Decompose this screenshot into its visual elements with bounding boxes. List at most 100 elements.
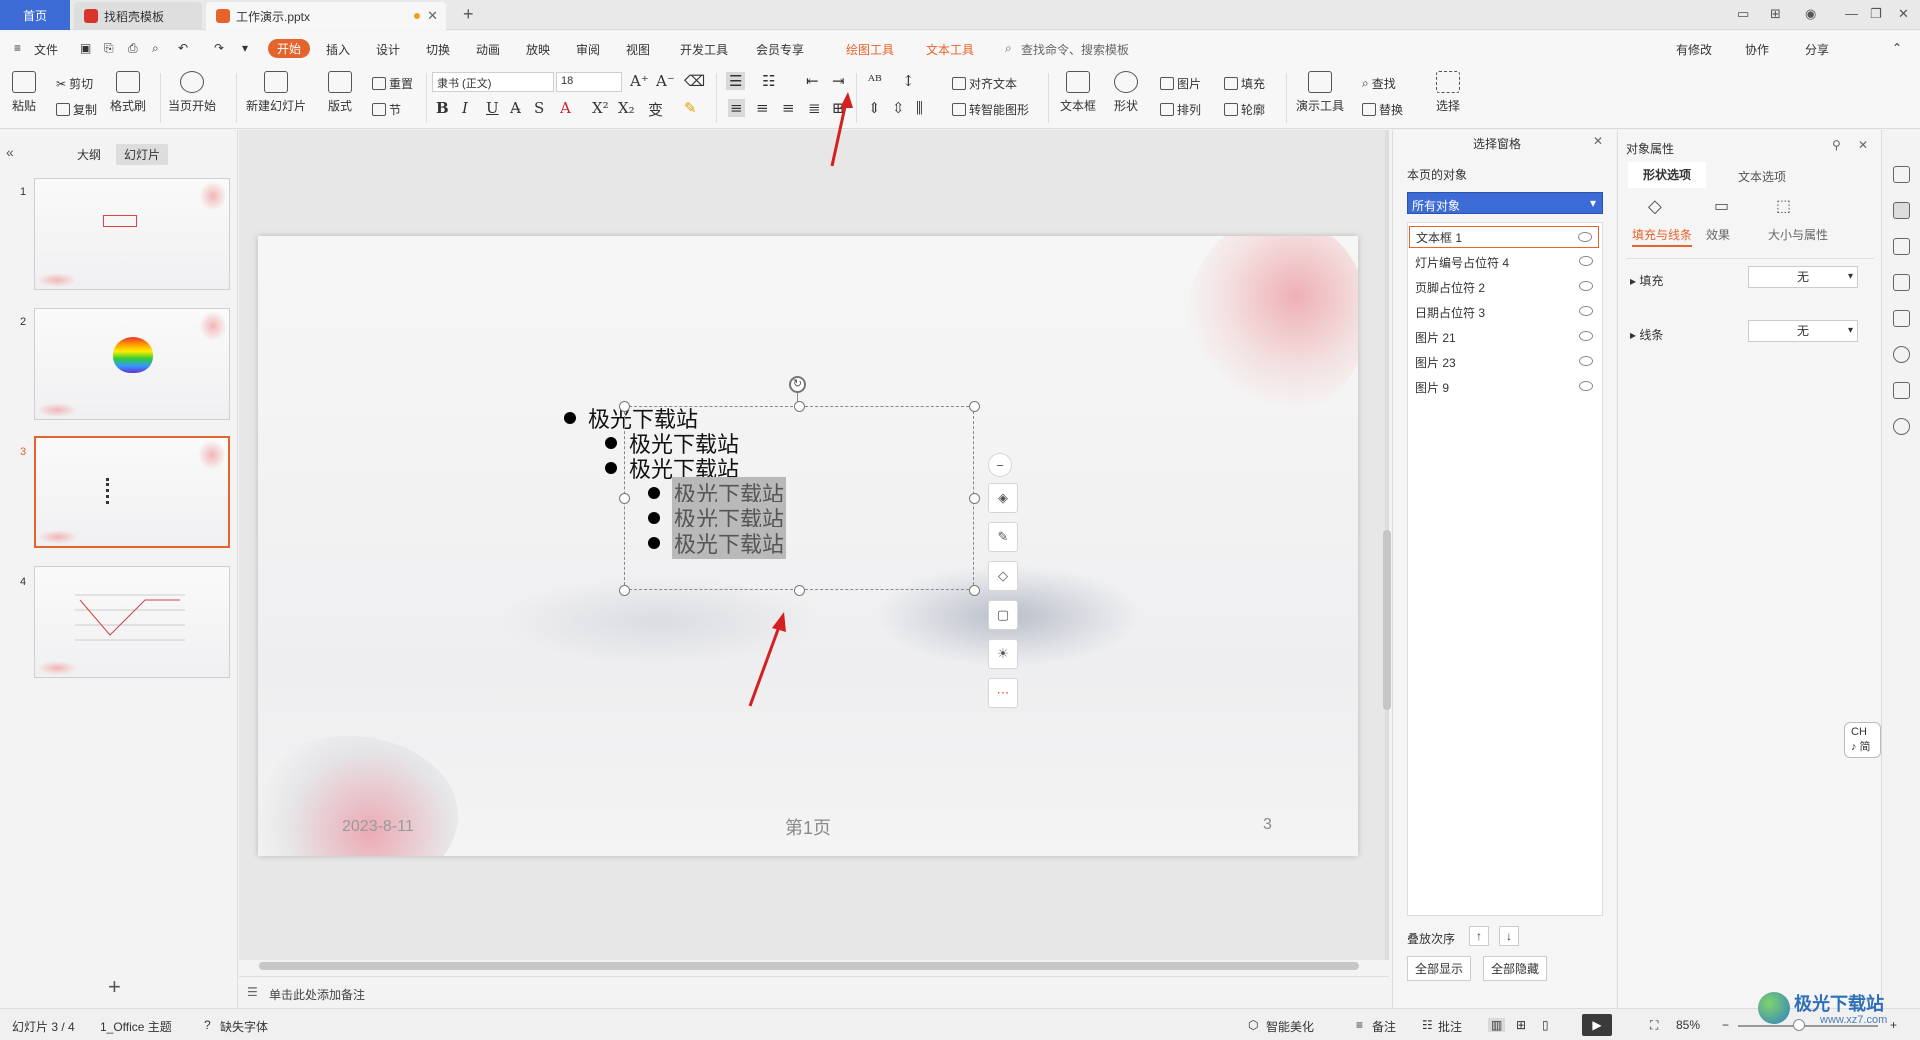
- textbox-selection-frame[interactable]: [624, 406, 974, 590]
- resize-handle[interactable]: [619, 401, 630, 412]
- char-spacing-icon[interactable]: 变: [648, 99, 663, 120]
- numbered-list-icon[interactable]: ☷: [762, 72, 775, 90]
- object-row[interactable]: 图片 9: [1409, 376, 1599, 398]
- highlight-icon[interactable]: ✎: [684, 99, 697, 117]
- undo-icon[interactable]: ↶: [178, 41, 188, 55]
- present-tools-button[interactable]: 演示工具: [1296, 71, 1344, 114]
- menu-start[interactable]: 开始: [268, 39, 311, 58]
- fill-select[interactable]: 无 ▾: [1748, 266, 1858, 288]
- copy-button[interactable]: 复制: [56, 101, 97, 118]
- bold-icon[interactable]: B: [436, 99, 449, 117]
- ime-indicator[interactable]: CH ♪ 简: [1844, 722, 1881, 758]
- zoom-level[interactable]: 85%: [1676, 1018, 1700, 1032]
- vertical-scrollbar[interactable]: [1383, 530, 1391, 710]
- resize-handle[interactable]: [969, 401, 980, 412]
- paste-button[interactable]: 粘贴: [12, 71, 36, 114]
- close-window-icon[interactable]: ✕: [1898, 6, 1909, 22]
- clear-format-icon[interactable]: ⌫: [684, 72, 705, 90]
- sorter-view-icon[interactable]: ⊞: [1516, 1018, 1526, 1032]
- fill-button[interactable]: 填充: [1224, 75, 1265, 92]
- underline-icon[interactable]: U: [486, 99, 499, 117]
- menu-text-tools[interactable]: 文本工具: [926, 41, 974, 58]
- object-row[interactable]: 图片 23: [1409, 351, 1599, 373]
- close-pane-icon[interactable]: ✕: [1858, 138, 1868, 152]
- grid-icon[interactable]: ⊞: [1770, 6, 1781, 22]
- fill-bucket-icon[interactable]: ◇: [988, 561, 1018, 591]
- layers-icon[interactable]: ◈: [988, 483, 1018, 513]
- visibility-eye-icon[interactable]: [1579, 306, 1593, 316]
- lightbulb-icon[interactable]: ☀: [988, 639, 1018, 669]
- pen-icon[interactable]: ✎: [988, 522, 1018, 552]
- subtab-fill-line[interactable]: 填充与线条: [1632, 226, 1693, 247]
- picture-button[interactable]: 图片: [1160, 75, 1201, 92]
- pin-icon[interactable]: ⚲: [1832, 138, 1841, 152]
- decrease-indent-icon[interactable]: ⇤: [806, 72, 819, 90]
- object-row[interactable]: 图片 21: [1409, 326, 1599, 348]
- layout-button[interactable]: 版式: [328, 71, 352, 114]
- image-icon[interactable]: [1893, 310, 1910, 327]
- command-search[interactable]: 查找命令、搜索模板: [1021, 41, 1129, 58]
- show-all-button[interactable]: 全部显示: [1407, 956, 1472, 981]
- line-spacing-icon[interactable]: ↕: [902, 72, 915, 90]
- menu-view[interactable]: 视图: [626, 41, 650, 58]
- share-button[interactable]: 分享: [1805, 41, 1829, 58]
- smart-beautify-button[interactable]: 智能美化: [1266, 1018, 1314, 1035]
- status-modified[interactable]: 有修改: [1676, 41, 1712, 58]
- arrange-button[interactable]: 排列: [1160, 101, 1201, 118]
- paragraph-spacing-icon[interactable]: ⇕: [868, 99, 881, 117]
- align-center-icon[interactable]: ≡: [756, 99, 769, 117]
- comments-toggle[interactable]: 批注: [1438, 1018, 1462, 1035]
- slide[interactable]: 极光下载站 极光下载站 极光下载站 极光下载站 极光下载站 极光下载站 ↻ 20…: [258, 236, 1358, 856]
- play-from-current-button[interactable]: 当页开始: [168, 71, 216, 114]
- tab-slides[interactable]: 幻灯片: [116, 144, 169, 165]
- normal-view-icon[interactable]: ▥: [1488, 1018, 1506, 1032]
- menu-review[interactable]: 审阅: [576, 41, 600, 58]
- slide-thumbnail-2[interactable]: [34, 308, 230, 420]
- find-button[interactable]: ⌕ 查找: [1362, 75, 1396, 92]
- object-row[interactable]: 页脚占位符 2: [1409, 276, 1599, 298]
- visibility-eye-icon[interactable]: [1579, 356, 1593, 366]
- justify-icon[interactable]: ≣: [808, 99, 821, 117]
- footer-placeholder[interactable]: 第1页: [785, 814, 831, 840]
- slide-thumbnail-1[interactable]: [34, 178, 230, 290]
- menu-design[interactable]: 设计: [376, 41, 400, 58]
- play-slideshow-icon[interactable]: ▶: [1582, 1014, 1612, 1036]
- collapse-ribbon-icon[interactable]: ⌃: [1892, 41, 1902, 55]
- preview-icon[interactable]: ⌕: [152, 41, 159, 56]
- restore-icon[interactable]: ❐: [1870, 6, 1882, 22]
- horizontal-scrollbar[interactable]: [259, 962, 1359, 970]
- missing-font-button[interactable]: 缺失字体: [220, 1018, 268, 1035]
- align-right-icon[interactable]: ≡: [782, 99, 795, 117]
- increase-font-icon[interactable]: A⁺: [630, 72, 649, 90]
- menu-developer[interactable]: 开发工具: [680, 41, 728, 58]
- outline-button[interactable]: 轮廓: [1224, 101, 1265, 118]
- tab-document[interactable]: 工作演示.pptx ✕: [206, 2, 446, 30]
- menu-file[interactable]: 文件: [34, 41, 58, 58]
- new-tab-button[interactable]: +: [463, 4, 474, 25]
- properties-title[interactable]: 对象属性: [1626, 140, 1674, 157]
- menu-drawing-tools[interactable]: 绘图工具: [846, 41, 894, 58]
- slide-thumbnail-3[interactable]: [34, 436, 230, 548]
- rocket-icon[interactable]: [1893, 166, 1910, 183]
- menu-animation[interactable]: 动画: [476, 41, 500, 58]
- zoom-out-icon[interactable]: −: [1722, 1018, 1729, 1032]
- rotate-handle-icon[interactable]: ↻: [789, 376, 806, 393]
- format-painter-button[interactable]: 格式刷: [110, 71, 146, 114]
- increase-indent-icon[interactable]: ⇥: [832, 72, 845, 90]
- redo-icon[interactable]: ↷: [214, 41, 224, 55]
- strike-icon[interactable]: A̶: [510, 99, 521, 117]
- select-button[interactable]: 选择: [1436, 71, 1460, 114]
- font-color-icon[interactable]: A: [560, 99, 571, 117]
- visibility-eye-icon[interactable]: [1579, 331, 1593, 341]
- menu-insert[interactable]: 插入: [326, 41, 350, 58]
- bullet-list-icon[interactable]: ☰: [726, 72, 746, 90]
- visibility-eye-icon[interactable]: [1579, 256, 1593, 266]
- font-size-select[interactable]: 18: [556, 72, 622, 92]
- object-filter-select[interactable]: 所有对象 ▾: [1407, 192, 1603, 214]
- line-section-toggle[interactable]: ▸ 线条: [1630, 326, 1663, 343]
- help-icon[interactable]: [1893, 418, 1910, 435]
- notes-toggle[interactable]: 备注: [1372, 1018, 1396, 1035]
- object-row[interactable]: 日期占位符 3: [1409, 301, 1599, 323]
- columns-icon[interactable]: ⫼: [916, 99, 923, 117]
- tab-outline[interactable]: 大纲: [77, 146, 101, 163]
